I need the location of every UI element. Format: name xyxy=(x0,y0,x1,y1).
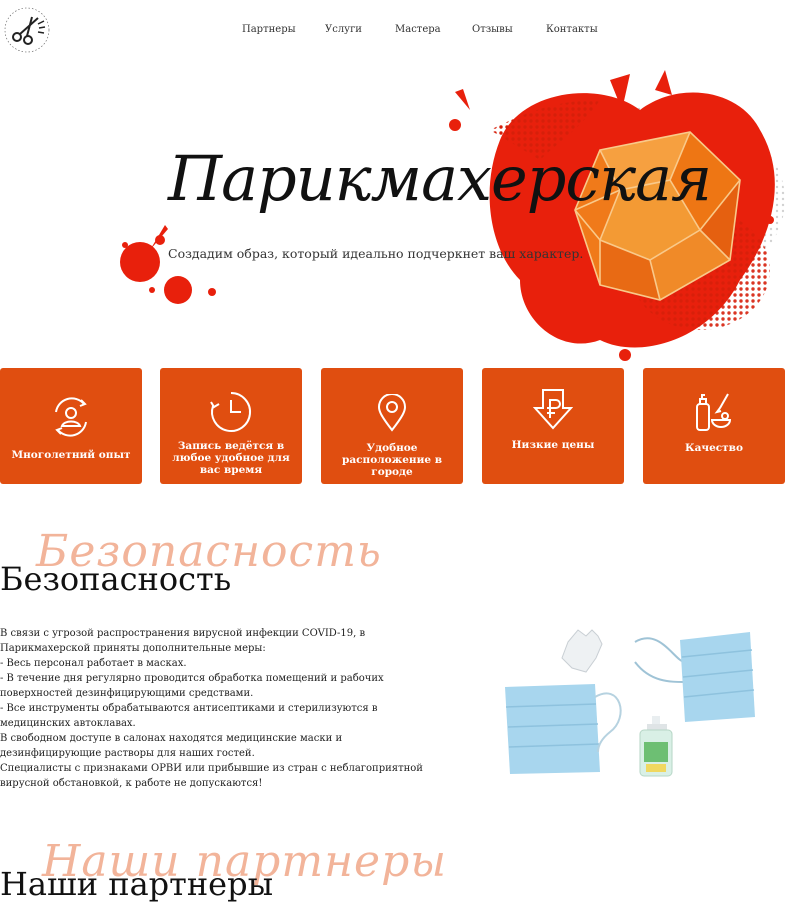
nav-masters[interactable]: Мастера xyxy=(395,24,441,35)
sanitizer-bottle-icon xyxy=(639,716,673,777)
feature-card-booking[interactable]: Запись ведётся в любое удобное для вас в… xyxy=(160,368,302,484)
feature-label: Удобное расположение в городе xyxy=(341,442,443,478)
safety-paragraph: В связи с угрозой распространения вирусн… xyxy=(0,628,366,654)
feature-label: Запись ведётся в любое удобное для вас в… xyxy=(172,440,290,476)
feature-card-experience[interactable]: Многолетний опыт xyxy=(0,368,142,484)
ruble-arrow-down-icon xyxy=(533,389,573,430)
feature-card-quality[interactable]: Качество xyxy=(643,368,785,484)
hero-subtitle: Создадим образ, который идеально подчерк… xyxy=(168,246,584,261)
location-pin-icon xyxy=(377,394,407,432)
feature-card-location[interactable]: Удобное расположение в городе xyxy=(321,368,463,484)
nav-reviews[interactable]: Отзывы xyxy=(472,24,513,35)
clock-icon xyxy=(210,392,251,432)
hero-paint-splash xyxy=(120,70,785,361)
glove-icon xyxy=(561,629,603,673)
feature-label: Качество xyxy=(685,442,743,454)
safety-text: В связи с угрозой распространения вирусн… xyxy=(0,626,440,791)
feature-label: Низкие цены xyxy=(511,439,595,451)
main-nav: Партнеры Услуги Мастера Отзывы Контакты xyxy=(0,24,785,38)
safety-paragraph: В свободном доступе в салонах находятся … xyxy=(0,733,343,759)
safety-paragraph: - В течение дня регулярно проводится обр… xyxy=(0,673,384,699)
hero-title: Парикмахерская xyxy=(168,142,712,215)
safety-paragraph: Специалисты с признаками ОРВИ или прибыв… xyxy=(0,763,423,789)
safety-title: Безопасность xyxy=(0,560,232,598)
nav-partners[interactable]: Партнеры xyxy=(242,24,296,35)
person-cycle-icon xyxy=(55,397,87,437)
cosmetics-icon xyxy=(696,393,732,431)
face-mask-icon xyxy=(505,684,622,774)
nav-services[interactable]: Услуги xyxy=(325,24,362,35)
partners-title: Наши партнеры xyxy=(0,865,274,903)
nav-contacts[interactable]: Контакты xyxy=(546,24,598,35)
safety-paragraph: - Все инструменты обрабатываются антисеп… xyxy=(0,703,378,729)
masks-gloves-sanitizer-image xyxy=(505,629,755,777)
safety-paragraph: - Весь персонал работает в масках. xyxy=(0,658,187,669)
face-mask-icon xyxy=(634,632,755,722)
feature-card-prices[interactable]: Низкие цены xyxy=(482,368,624,484)
feature-label: Многолетний опыт xyxy=(11,449,131,461)
